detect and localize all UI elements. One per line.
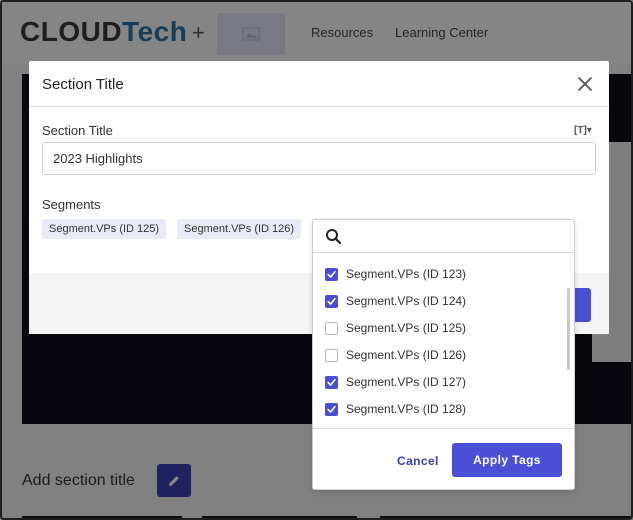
segment-option[interactable]: Segment.VPs (ID 125) [325,318,555,338]
checkbox-checked[interactable] [325,402,338,416]
segment-option[interactable]: Segment.VPs (ID 124) [325,291,555,311]
section-title-input[interactable] [42,142,596,175]
checkbox-unchecked[interactable] [325,348,338,362]
cancel-button[interactable]: Cancel [397,454,439,468]
segment-option-list: Segment.VPs (ID 123) Segment.VPs (ID 124)… [313,260,568,432]
segment-option-label: Segment.VPs (ID 125) [346,321,467,335]
segments-dropdown: Segment.VPs (ID 123) Segment.VPs (ID 124)… [312,219,575,490]
segment-option[interactable]: Segment.VPs (ID 128) [325,399,555,419]
checkbox-unchecked[interactable] [325,321,338,335]
segment-option-label: Segment.VPs (ID 128) [346,402,467,416]
segment-option[interactable]: Segment.VPs (ID 123) [325,264,555,284]
section-title-label: Section Title [42,123,113,138]
close-icon[interactable] [577,76,593,92]
modal-header: Section Title [29,61,609,107]
search-icon [326,229,342,245]
segment-chip[interactable]: Segment.VPs (ID 125) [42,219,167,239]
dropdown-search [313,220,574,253]
dropdown-footer: Cancel Apply Tags [313,428,574,489]
segments-label: Segments [42,197,101,212]
segment-option-label: Segment.VPs (ID 123) [346,267,467,281]
segment-chip[interactable]: Segment.VPs (ID 126) [177,219,302,239]
segment-option[interactable]: Segment.VPs (ID 127) [325,372,555,392]
checkbox-checked[interactable] [325,294,338,308]
segment-option-label: Segment.VPs (ID 126) [346,348,467,362]
app-frame: CLOUDTech + Resources Learning Center Ad… [0,0,633,520]
apply-tags-button[interactable]: Apply Tags [452,443,562,477]
checkbox-checked[interactable] [325,375,338,389]
dropdown-scrollbar[interactable] [567,288,570,370]
text-format-toggle[interactable]: [T]▾ [574,125,592,136]
modal-title: Section Title [42,76,124,93]
segment-option-label: Segment.VPs (ID 124) [346,294,467,308]
checkbox-checked[interactable] [325,267,338,281]
segment-option[interactable]: Segment.VPs (ID 126) [325,345,555,365]
segment-option-label: Segment.VPs (ID 127) [346,375,467,389]
segment-search-input[interactable] [349,224,569,249]
